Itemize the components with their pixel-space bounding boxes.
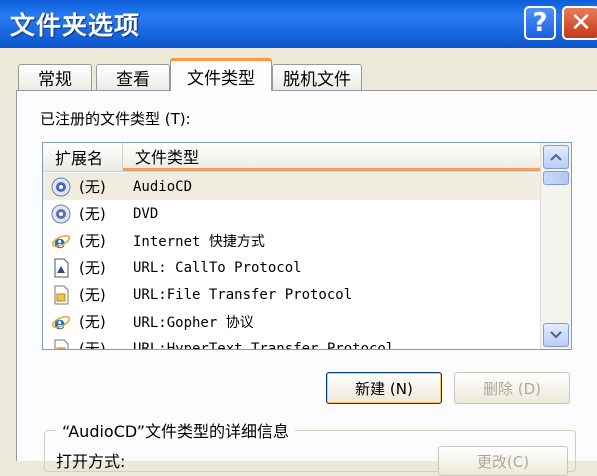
- url-folder-icon: [51, 285, 71, 305]
- tab-label: 脱机文件: [283, 70, 351, 90]
- dvd-icon: [51, 204, 71, 224]
- column-header-file-type[interactable]: 文件类型: [123, 143, 541, 171]
- list-item-extension: (无): [79, 340, 106, 350]
- list-item[interactable]: e (无) URL:Gopher 协议: [43, 308, 541, 335]
- tab-offline-files[interactable]: 脱机文件: [272, 64, 362, 90]
- list-item-type: DVD: [133, 205, 159, 222]
- help-button[interactable]: ?: [524, 6, 556, 40]
- window-title: 文件夹选项: [10, 11, 141, 40]
- tab-file-types[interactable]: 文件类型: [170, 58, 272, 91]
- list-item-type: URL: CallTo Protocol: [133, 259, 302, 276]
- svg-text:e: e: [54, 232, 65, 251]
- vertical-scrollbar[interactable]: [540, 143, 571, 349]
- internet-explorer-icon: e: [51, 231, 71, 251]
- list-column-header: 扩展名 文件类型: [43, 143, 541, 172]
- scroll-up-button[interactable]: [543, 145, 569, 169]
- list-item-extension: (无): [79, 178, 106, 196]
- question-mark-icon: ?: [532, 8, 548, 38]
- list-item-extension: (无): [79, 313, 106, 331]
- list-item[interactable]: (无) DVD: [43, 200, 541, 227]
- list-item-extension: (无): [79, 286, 106, 304]
- list-rows: (无) AudioCD (无) DVD e (无) Internet 快捷方式 …: [43, 173, 541, 350]
- scroll-down-button[interactable]: [543, 323, 569, 347]
- list-item[interactable]: (无) URL:File Transfer Protocol: [43, 281, 541, 308]
- new-button[interactable]: 新建 (N): [326, 372, 442, 404]
- list-item-extension: (无): [79, 205, 106, 223]
- scroll-thumb[interactable]: [543, 171, 569, 185]
- chevron-up-icon: [550, 153, 562, 161]
- list-item-extension: (无): [79, 232, 106, 250]
- list-item[interactable]: (无) AudioCD: [43, 173, 541, 200]
- tab-label: 查看: [116, 70, 150, 90]
- cd-audio-icon: [51, 177, 71, 197]
- list-item-extension: (无): [79, 259, 106, 277]
- close-icon: ✕: [570, 8, 592, 38]
- registered-file-types-label: 已注册的文件类型 (T):: [40, 110, 191, 128]
- list-item-type: URL:File Transfer Protocol: [133, 286, 353, 303]
- list-item-type: URL:Gopher 协议: [133, 314, 254, 331]
- list-item-type: Internet 快捷方式: [133, 233, 265, 250]
- tab-general[interactable]: 常规: [18, 64, 92, 90]
- column-header-extension[interactable]: 扩展名: [43, 143, 123, 171]
- internet-explorer-icon: e: [51, 312, 71, 332]
- close-button[interactable]: ✕: [562, 6, 597, 40]
- list-item[interactable]: e (无) Internet 快捷方式: [43, 227, 541, 254]
- tab-label: 文件类型: [187, 68, 255, 89]
- list-item-type: AudioCD: [133, 178, 193, 195]
- chevron-down-icon: [550, 331, 562, 339]
- url-folder-icon: [51, 339, 71, 349]
- file-types-list[interactable]: 扩展名 文件类型 (无) AudioCD (无) DVD e (无) Inter…: [42, 142, 572, 350]
- list-item[interactable]: (无) URL: CallTo Protocol: [43, 254, 541, 281]
- tab-view[interactable]: 查看: [96, 64, 170, 90]
- details-group-title: “AudioCD”文件类型的详细信息: [56, 418, 296, 442]
- list-item[interactable]: (无) URL:HyperText Transfer Protocol: [43, 335, 541, 350]
- tab-label: 常规: [38, 70, 72, 90]
- list-item-type: URL:HyperText Transfer Protocol: [133, 340, 395, 350]
- open-with-label: 打开方式:: [56, 452, 126, 471]
- svg-text:e: e: [54, 313, 65, 332]
- change-button[interactable]: 更改(C): [438, 446, 568, 476]
- delete-button[interactable]: 删除 (D): [454, 372, 570, 404]
- url-document-icon: [51, 258, 71, 278]
- title-bar[interactable]: 文件夹选项 ? ✕: [0, 0, 597, 48]
